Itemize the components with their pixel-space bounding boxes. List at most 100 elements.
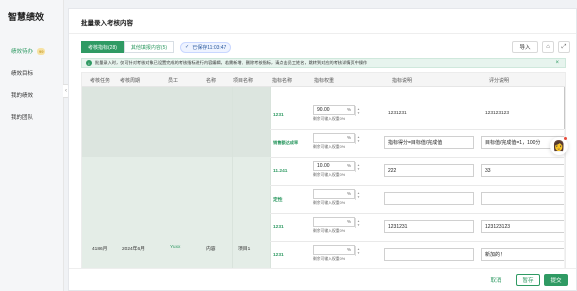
- percent-unit: %: [346, 135, 351, 140]
- todo-badge: 99: [37, 47, 46, 55]
- sidebar-item-goals[interactable]: 绩效目标: [0, 62, 64, 84]
- percent-unit: %: [346, 107, 351, 112]
- weight-cell-3: 10.00% ▲ ▼ 剩余可输入权重0%: [313, 161, 369, 178]
- scoring-input[interactable]: 新加的！: [481, 248, 565, 261]
- row-divider: [270, 213, 565, 214]
- expand-icon: ⤢: [561, 43, 567, 50]
- percent-unit: %: [346, 219, 351, 224]
- scoring-input[interactable]: 123123123: [481, 220, 565, 233]
- weight-cell-5: % ▲ ▼ 剩余可输入权重0%: [313, 217, 369, 234]
- brand-title: 智慧绩效: [8, 12, 45, 22]
- sidebar-item-label: 绩效目标: [11, 71, 34, 77]
- scoring-text-1: 123123123: [485, 111, 510, 116]
- stepper-icon[interactable]: ▲ ▼: [355, 246, 361, 256]
- description-input[interactable]: [384, 248, 474, 261]
- action-footer: 取消 暂存 提交: [69, 268, 576, 290]
- metric-row-6: 1231: [273, 252, 284, 258]
- stepper-icon[interactable]: ▲ ▼: [355, 218, 361, 228]
- submit-button[interactable]: 提交: [544, 274, 568, 286]
- weight-input[interactable]: % ▲ ▼: [313, 245, 360, 256]
- close-icon[interactable]: ×: [555, 60, 559, 66]
- header-description: 指标说明: [392, 77, 413, 84]
- notification-dot: [564, 137, 567, 140]
- cell-name: 内容: [206, 247, 216, 252]
- weight-cell-4: % ▲ ▼ 剩余可输入权重0%: [313, 189, 369, 206]
- column-divider: [232, 87, 233, 271]
- cell-period: 2024年6月: [122, 247, 145, 252]
- weight-input[interactable]: % ▲ ▼: [313, 133, 360, 144]
- stepper-icon[interactable]: ▲ ▼: [355, 134, 361, 144]
- indicator-table: 考核任务 考核周期 员工 名称 项目名称 指标名称 指标权重 指标说明 评分说明…: [81, 72, 566, 272]
- weight-remaining: 剩余可输入权重0%: [313, 229, 346, 233]
- weight-remaining: 剩余可输入权重0%: [313, 257, 346, 261]
- sidebar-item-my-team[interactable]: 我的团队: [0, 106, 64, 128]
- row-divider: [270, 157, 565, 158]
- sidebar-item-todo[interactable]: 绩效待办 99: [0, 40, 64, 62]
- sidebar-item-my-performance[interactable]: 我的绩效: [0, 84, 64, 106]
- weight-remaining: 剩余可输入权重0%: [313, 145, 346, 149]
- saved-status: ✓ 已保存11:03:47: [180, 41, 232, 53]
- metric-row-3: 11.241: [273, 168, 288, 174]
- check-icon: ✓: [185, 44, 190, 50]
- metric-row-2: 销售额达成率: [273, 140, 299, 145]
- import-button[interactable]: 导入: [512, 41, 538, 53]
- header-metric: 指标名称: [272, 77, 293, 84]
- saved-label: 已保存11:03:47: [192, 44, 227, 51]
- header-project: 项目名称: [233, 77, 254, 84]
- description-input[interactable]: 指标得分=目标值/完成值: [384, 136, 474, 149]
- tab-indicators[interactable]: 考核指标(28): [81, 41, 124, 53]
- weight-remaining: 剩余可输入权重0%: [313, 201, 346, 205]
- weight-input[interactable]: 90.00% ▲ ▼: [313, 105, 360, 116]
- description-input[interactable]: 222: [384, 164, 474, 177]
- stepper-icon[interactable]: ▲ ▼: [355, 162, 361, 172]
- table-scrollbar[interactable]: [564, 87, 565, 271]
- description-input[interactable]: [384, 192, 474, 205]
- weight-cell-1: 90.00% ▲ ▼ 剩余可输入权重0%: [313, 105, 369, 122]
- weight-remaining: 剩余可输入权重0%: [313, 117, 346, 121]
- sidebar-item-label: 我的绩效: [11, 93, 34, 99]
- cell-project: 项目1: [238, 247, 251, 252]
- scoring-input[interactable]: [481, 192, 565, 205]
- notice-text: 批量录入时，仅可针对考核对象已设置完成的考核指标进行内容编辑，若需新增、删除考核…: [95, 60, 368, 65]
- tab-other-content[interactable]: 其他填报内容(5): [123, 41, 175, 53]
- sidebar-menu: 绩效待办 99 绩效目标 我的绩效 我的团队: [0, 40, 64, 128]
- row-divider: [270, 185, 565, 186]
- weight-input[interactable]: 10.00% ▲ ▼: [313, 161, 360, 172]
- weight-input[interactable]: % ▲ ▼: [313, 217, 360, 228]
- main-panel: 批量录入考核内容 考核指标(28) 其他填报内容(5) ✓ 已保存11:03:4…: [68, 8, 577, 291]
- metric-row-4: 定性: [273, 197, 283, 203]
- notice-banner: i 批量录入时，仅可针对考核对象已设置完成的考核指标进行内容编辑，若需新增、删除…: [81, 58, 566, 68]
- weight-value: 90.00: [317, 107, 330, 113]
- filter-button[interactable]: ⌂: [542, 41, 554, 53]
- stepper-icon[interactable]: ▲ ▼: [355, 190, 361, 200]
- sidebar: 智慧绩效 绩效待办 99 绩效目标 我的绩效 我的团队: [0, 0, 64, 291]
- scoring-input[interactable]: 33: [481, 164, 565, 177]
- metric-row-1: 1231: [273, 112, 284, 118]
- percent-unit: %: [346, 191, 351, 196]
- cancel-button[interactable]: 取消: [486, 274, 506, 286]
- percent-unit: %: [346, 247, 351, 252]
- stepper-icon[interactable]: ▲ ▼: [355, 106, 361, 116]
- expand-button[interactable]: ⤢: [558, 41, 570, 53]
- table-header: 考核任务 考核周期 员工 名称 项目名称 指标名称 指标权重 指标说明 评分说明: [82, 73, 565, 87]
- weight-input[interactable]: % ▲ ▼: [313, 189, 360, 200]
- cell-employee[interactable]: Yuxx: [170, 245, 180, 250]
- row-shade: [82, 87, 270, 157]
- save-draft-button[interactable]: 暂存: [516, 274, 540, 286]
- page-title: 批量录入考核内容: [81, 20, 133, 27]
- description-input[interactable]: 1231231: [384, 220, 474, 233]
- header-employee: 员工: [168, 77, 179, 84]
- header-task: 考核任务: [90, 77, 111, 84]
- header-name: 名称: [206, 77, 217, 84]
- description-text-1: 1231231: [388, 111, 407, 116]
- title-divider: [69, 33, 576, 34]
- header-scoring: 评分说明: [489, 77, 510, 84]
- assistant-avatar-icon[interactable]: 👩: [550, 137, 568, 155]
- filter-icon: ⌂: [546, 44, 550, 50]
- scrollbar-thumb[interactable]: [564, 87, 565, 129]
- app: 智慧绩效 绩效待办 99 绩效目标 我的绩效 我的团队 ‹ 批量录入考核内容 考…: [0, 0, 577, 291]
- row-divider: [270, 129, 565, 130]
- weight-cell-6: % ▲ ▼ 剩余可输入权重0%: [313, 245, 369, 262]
- metric-row-5: 1231: [273, 224, 284, 230]
- header-period: 考核周期: [120, 77, 141, 84]
